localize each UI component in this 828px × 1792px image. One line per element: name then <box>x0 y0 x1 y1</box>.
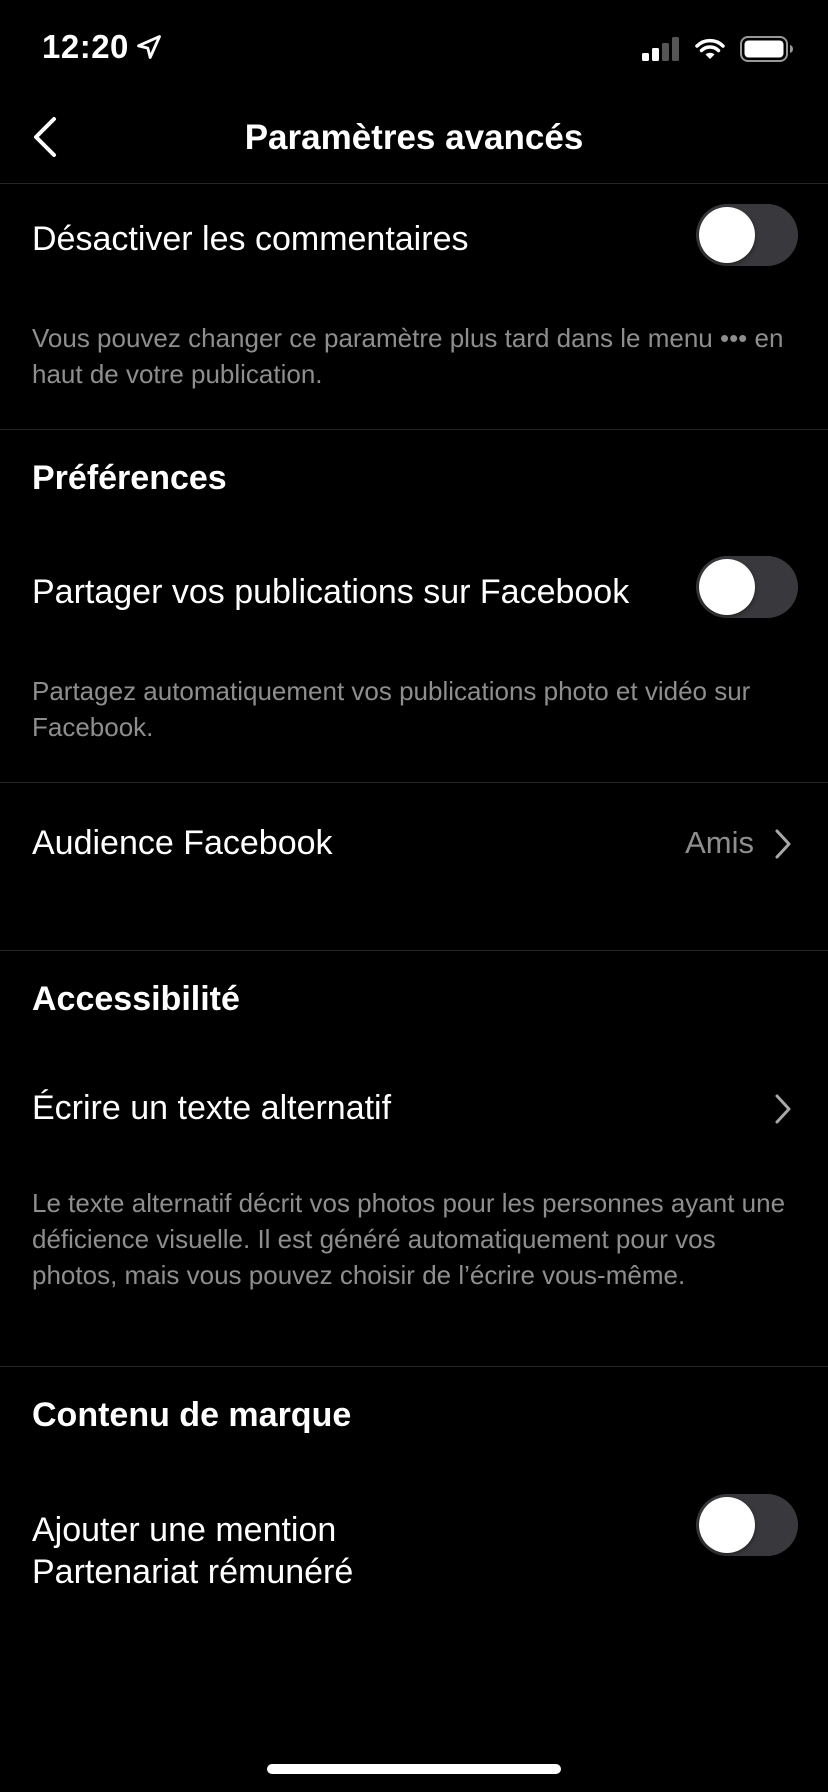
share-facebook-toggle[interactable] <box>696 556 798 618</box>
branded-content-section-title: Contenu de marque <box>32 1396 352 1434</box>
disable-comments-helper: Vous pouvez changer ce paramètre plus ta… <box>32 323 784 389</box>
cellular-signal-icon <box>642 37 679 61</box>
audience-facebook-label: Audience Facebook <box>32 824 333 862</box>
toggle-knob <box>699 207 755 263</box>
share-facebook-label: Partager vos publications sur Facebook <box>32 573 630 611</box>
chevron-right-icon <box>775 1094 791 1124</box>
section-divider <box>0 950 828 951</box>
paid-partnership-label: Ajouter une mention Partenariat rémunéré <box>32 1509 353 1593</box>
alt-text-row[interactable]: Écrire un texte alternatif <box>0 1070 828 1150</box>
battery-icon <box>740 36 793 62</box>
paid-partnership-label-line1: Ajouter une mention <box>32 1511 337 1549</box>
section-divider <box>0 1366 828 1367</box>
header-divider <box>0 183 828 184</box>
share-facebook-helper: Partagez automatiquement vos publication… <box>32 676 751 742</box>
alt-text-label: Écrire un texte alternatif <box>32 1089 392 1127</box>
toggle-knob <box>699 1497 755 1553</box>
audience-facebook-value: Amis <box>685 825 754 860</box>
status-indicators <box>642 36 794 62</box>
disable-comments-label: Désactiver les commentaires <box>32 220 469 258</box>
paid-partnership-label-line2: Partenariat rémunéré <box>32 1553 354 1591</box>
section-divider <box>0 429 828 430</box>
disable-comments-toggle[interactable] <box>696 204 798 266</box>
preferences-section-title: Préférences <box>32 459 227 497</box>
chevron-right-icon <box>775 829 791 859</box>
status-time-text: 12:20 <box>42 28 129 65</box>
status-time: 12:20 <box>42 28 163 66</box>
wifi-icon <box>695 38 725 59</box>
page-title: Paramètres avancés <box>244 118 584 157</box>
toggle-knob <box>699 559 755 615</box>
accessibility-section-title: Accessibilité <box>32 980 240 1018</box>
alt-text-helper: Le texte alternatif décrit vos photos po… <box>32 1188 786 1290</box>
home-indicator[interactable] <box>267 1764 561 1774</box>
paid-partnership-toggle[interactable] <box>696 1494 798 1556</box>
location-arrow-icon <box>137 35 161 59</box>
audience-facebook-row[interactable]: Audience Facebook Amis <box>0 783 828 948</box>
